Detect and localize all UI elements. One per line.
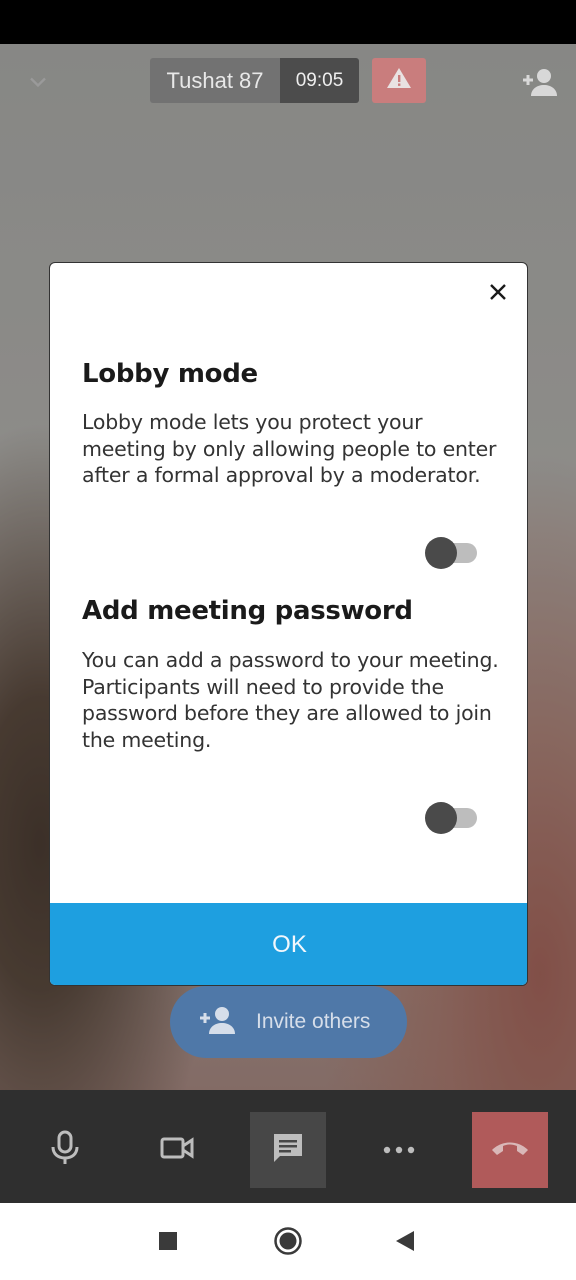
participant-name: Tushat 87	[150, 58, 280, 103]
recent-apps-button[interactable]	[148, 1223, 188, 1263]
chat-button[interactable]	[250, 1112, 326, 1188]
status-bar	[0, 0, 576, 44]
ok-button[interactable]: OK	[50, 903, 527, 985]
meeting-password-description: You can add a password to your meeting. …	[82, 648, 499, 752]
back-button[interactable]	[385, 1223, 425, 1263]
lobby-mode-title: Lobby mode	[82, 359, 258, 389]
call-toolbar	[0, 1090, 576, 1203]
call-timer: 09:05	[280, 58, 359, 103]
chevron-down-icon[interactable]	[24, 68, 52, 96]
conference-info: Tushat 87 09:05	[150, 58, 359, 103]
lobby-mode-description: Lobby mode lets you protect your meeting…	[82, 410, 497, 487]
home-button[interactable]	[268, 1223, 308, 1263]
camera-icon	[160, 1136, 194, 1165]
back-icon	[395, 1230, 415, 1257]
close-icon	[489, 283, 507, 306]
warning-button[interactable]	[372, 58, 426, 103]
system-navigation-bar	[0, 1203, 576, 1280]
toggle-knob	[425, 537, 457, 569]
more-icon	[383, 1141, 415, 1159]
home-icon	[273, 1226, 303, 1261]
camera-button[interactable]	[139, 1112, 215, 1188]
hangup-icon	[490, 1138, 530, 1163]
add-person-icon[interactable]	[520, 66, 558, 98]
add-person-icon	[198, 1005, 236, 1040]
more-button[interactable]	[361, 1112, 437, 1188]
warning-icon	[386, 66, 412, 95]
meeting-password-toggle[interactable]	[425, 800, 479, 834]
hangup-button[interactable]	[472, 1112, 548, 1188]
invite-others-label: Invite others	[256, 1010, 371, 1033]
meeting-password-title: Add meeting password	[82, 596, 413, 626]
toggle-knob	[425, 802, 457, 834]
microphone-button[interactable]	[27, 1112, 103, 1188]
chat-icon	[271, 1131, 305, 1170]
lobby-mode-toggle[interactable]	[425, 535, 479, 569]
invite-others-button[interactable]: Invite others	[170, 986, 407, 1058]
security-options-dialog: Lobby mode Lobby mode lets you protect y…	[49, 262, 528, 986]
conference-header: Tushat 87 09:05	[0, 44, 576, 124]
recent-apps-icon	[158, 1231, 178, 1256]
microphone-icon	[50, 1130, 80, 1171]
close-button[interactable]	[483, 279, 513, 309]
